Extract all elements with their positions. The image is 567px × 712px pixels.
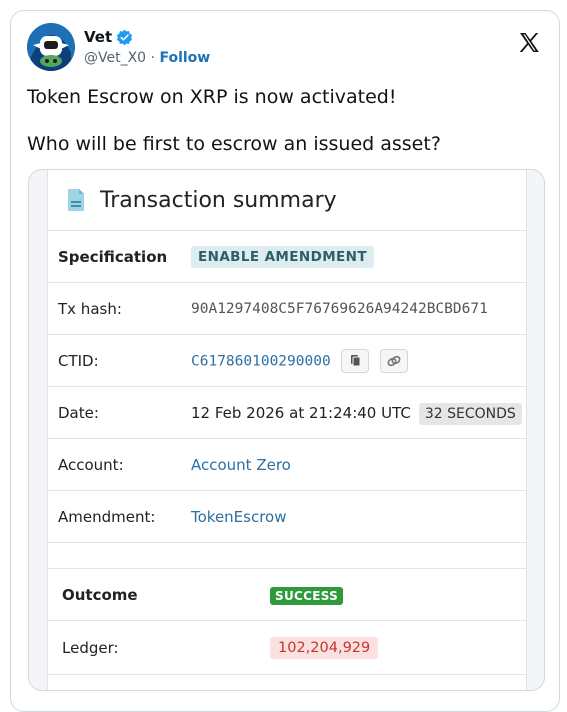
summary-title: Transaction summary — [100, 187, 337, 213]
author-name[interactable]: Vet — [84, 28, 112, 46]
amendment-label: Amendment: — [58, 508, 156, 526]
document-icon — [68, 189, 84, 211]
separator-dot: · — [150, 50, 155, 66]
bottom-divider — [48, 674, 526, 675]
success-badge: SUCCESS — [270, 587, 344, 605]
tweet-line-1: Token Escrow on XRP is now activated! — [27, 86, 397, 108]
follow-button[interactable]: Follow — [159, 50, 210, 66]
tx-hash-label: Tx hash: — [58, 300, 122, 318]
link-icon — [387, 355, 401, 367]
tweet-card: Vet @Vet_X0 · Follow Token Escrow on XRP… — [10, 10, 560, 712]
author-handle[interactable]: @Vet_X0 — [84, 50, 146, 66]
row-tx-hash: Tx hash: 90A1297408C5F76769626A94242BCBD… — [48, 282, 526, 335]
row-specification: Specification ENABLE AMENDMENT — [48, 230, 526, 283]
date-value: 12 Feb 2026 at 21:24:40 UTC — [191, 404, 411, 422]
row-account: Account: Account Zero — [48, 438, 526, 491]
outcome-status-group: SUCCESS — [270, 586, 344, 605]
summary-header: Transaction summary — [48, 170, 526, 230]
row-date: Date: 12 Feb 2026 at 21:24:40 UTC 32 SECO… — [48, 386, 526, 439]
copy-icon — [351, 355, 361, 367]
date-value-group: 12 Feb 2026 at 21:24:40 UTC 32 SECONDS — [191, 403, 522, 425]
x-logo-icon[interactable] — [517, 31, 541, 55]
tx-hash-value[interactable]: 90A1297408C5F76769626A94242BCBD671 — [191, 301, 488, 317]
tweet-header: Vet @Vet_X0 · Follow — [27, 23, 543, 73]
verified-badge-icon — [117, 29, 133, 45]
outcome-label: Outcome — [62, 586, 138, 604]
tweet-line-2: Who will be first to escrow an issued as… — [27, 133, 441, 155]
transaction-summary-panel: Transaction summary Specification ENABLE… — [47, 170, 527, 690]
tweet-text: Token Escrow on XRP is now activated! Wh… — [27, 85, 537, 179]
specification-badge: ENABLE AMENDMENT — [191, 246, 374, 268]
section-gap — [48, 542, 526, 561]
row-ctid: CTID: C617860100290000 — [48, 334, 526, 387]
date-label: Date: — [58, 404, 99, 422]
row-outcome: Outcome SUCCESS — [48, 568, 526, 621]
copy-button[interactable] — [341, 349, 370, 373]
account-label: Account: — [58, 456, 124, 474]
specification-label: Specification — [58, 248, 168, 266]
ctid-link[interactable]: C617860100290000 — [191, 354, 331, 370]
amendment-link[interactable]: TokenEscrow — [191, 508, 287, 526]
author-handle-row: @Vet_X0 · Follow — [84, 50, 210, 66]
ledger-value[interactable]: 102,204,929 — [270, 637, 379, 659]
avatar[interactable] — [27, 23, 75, 71]
account-link[interactable]: Account Zero — [191, 456, 291, 474]
row-ledger: Ledger: 102,204,929 — [48, 620, 526, 675]
author-name-row: Vet — [84, 28, 133, 46]
row-amendment: Amendment: TokenEscrow — [48, 490, 526, 543]
time-ago-badge: 32 SECONDS — [418, 403, 522, 425]
ledger-label: Ledger: — [62, 639, 119, 657]
link-button[interactable] — [380, 349, 409, 373]
ctid-label: CTID: — [58, 352, 99, 370]
ctid-value-group: C617860100290000 — [191, 349, 409, 373]
tweet-media-image[interactable]: Transaction summary Specification ENABLE… — [28, 169, 545, 691]
